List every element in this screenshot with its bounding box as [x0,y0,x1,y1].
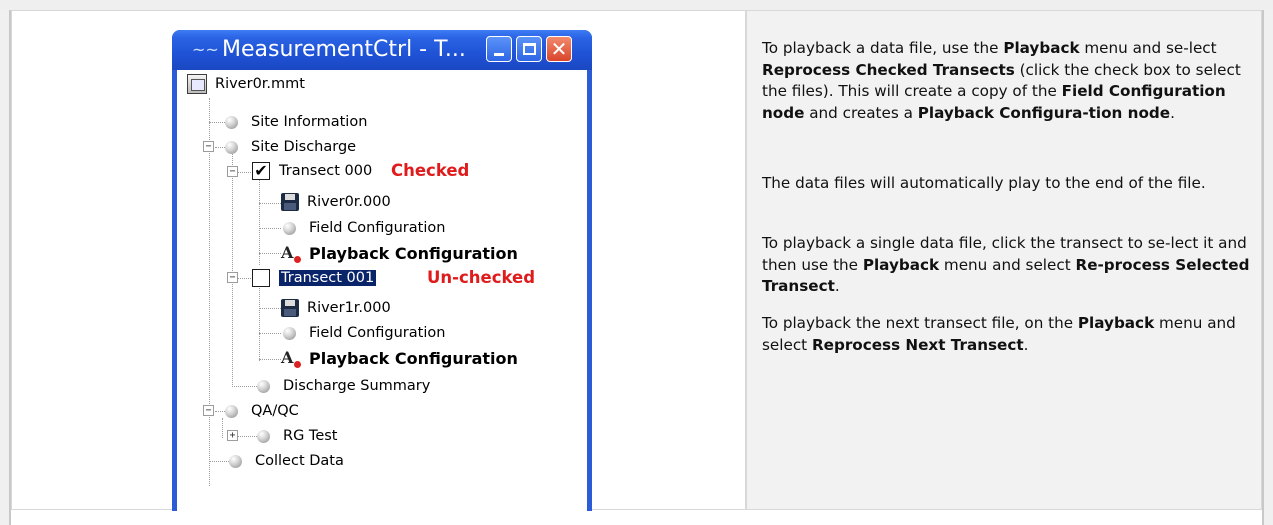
floppy-disk-icon [281,299,299,317]
emphasis: Playback [1077,314,1155,332]
tree-item-qaqc[interactable]: QA/QC [225,399,299,423]
bottom-band [11,510,1262,525]
tree-item-label: RG Test [283,428,338,444]
tree-item-label: River0r.000 [307,194,391,210]
checked-annotation: Checked [391,161,470,180]
text-run: and creates a [804,103,918,122]
measurement-app-icon: ~~ [192,40,219,59]
tree-item-label: Collect Data [255,453,344,469]
node-icon [229,454,242,468]
minimize-icon [494,52,504,56]
instruction-paragraph-3: To playback a single data file, click th… [762,233,1250,298]
top-band [0,0,1273,10]
tree-item-label: Playback Configuration [309,348,518,368]
tree-connector [259,203,281,204]
tree-item-label: QA/QC [251,403,299,419]
tree-connector [232,154,233,387]
minimize-button[interactable] [486,36,512,62]
node-icon [225,115,238,129]
tree-connector [259,253,281,254]
instruction-paragraph-4: To playback the next transect file, on t… [762,313,1250,356]
expand-icon[interactable]: + [227,430,238,441]
node-icon [225,404,238,418]
text-run: menu and se-lect [1079,39,1217,57]
tree-item-label: Site Information [251,114,368,130]
tree-connector [259,286,260,361]
tree-item-rg-test[interactable]: RG Test [257,424,337,448]
tree-item-file-000[interactable]: River0r.000 [281,190,391,214]
text-run: . [1023,335,1029,354]
tree-connector [209,98,210,486]
tree-connector [259,228,281,229]
tree-item-transect-000[interactable]: ✔ Transect 000 [252,159,372,183]
right-rule [1262,10,1264,525]
node-icon [283,221,296,235]
instruction-paragraph-1: To playback a data file, use the Playbac… [762,38,1250,124]
tree-item-transect-001[interactable]: Transect 001 [252,266,378,290]
tree-item-label: Transect 001 [277,269,378,287]
tree-connector [222,418,223,438]
tree-item-field-config-000[interactable]: Field Configuration [283,216,445,240]
tree-item-label: Field Configuration [309,325,446,341]
node-icon [225,140,238,154]
tree-item-site-discharge[interactable]: Site Discharge [225,135,356,159]
tree-item-label: River1r.000 [307,300,391,316]
playback-config-icon: A [281,348,301,368]
maximize-icon [522,43,536,55]
tree-connector [259,359,281,360]
close-icon: ✕ [550,37,568,61]
tree-item-playback-config-001[interactable]: A Playback Configuration [281,346,518,370]
tree-item-discharge-summary[interactable]: Discharge Summary [257,374,430,398]
measurement-control-window: ~~ MeasurementCtrl - T... ✕ River0r.mmt [172,30,592,511]
collapse-icon[interactable]: − [227,166,238,177]
tree-view: River0r.mmt Site Information − Site Disc… [177,70,587,511]
transect-001-checkbox[interactable] [252,269,270,287]
text-run: . [834,277,840,295]
text-run: To playback the next transect file, on t… [762,314,1078,332]
tree-item-playback-config-000[interactable]: A Playback Configuration [281,241,518,265]
tree-connector [237,436,257,437]
emphasis: Reprocess Checked Transects [762,60,1015,79]
floppy-disk-icon [281,193,299,211]
window-titlebar[interactable]: ~~ MeasurementCtrl - T... ✕ [172,30,592,70]
window-title: MeasurementCtrl - T... [222,37,466,62]
emphasis: Playback [862,255,940,274]
instruction-paragraph-2: The data files will automatically play t… [762,174,1206,192]
tree-item-site-information[interactable]: Site Information [225,110,367,134]
tree-item-file-001[interactable]: River1r.000 [281,296,391,320]
unchecked-annotation: Un-checked [427,268,536,287]
collapse-icon[interactable]: − [203,405,214,416]
playback-config-icon: A [281,243,301,263]
node-icon [257,379,270,393]
tree-item-label: Site Discharge [251,139,357,155]
tree-item-root[interactable]: River0r.mmt [187,72,305,96]
maximize-button[interactable] [516,36,542,62]
tree-item-label: River0r.mmt [215,76,305,92]
tree-connector [259,333,281,334]
tree-item-collect-data[interactable]: Collect Data [229,449,344,473]
transect-000-checkbox[interactable]: ✔ [252,162,270,180]
collapse-icon[interactable]: − [203,141,214,152]
emphasis: Playback [1003,39,1080,57]
collapse-icon[interactable]: − [227,272,238,283]
emphasis: Reprocess Next Transect [811,335,1024,354]
node-icon [283,326,296,340]
tree-item-label: Transect 000 [279,163,373,179]
text-run: . [1170,103,1175,122]
tree-connector [209,461,229,462]
tree-item-field-config-001[interactable]: Field Configuration [283,321,445,345]
text-run: To playback a data file, use the [762,39,1004,57]
text-run: menu and select [939,255,1076,274]
close-button[interactable]: ✕ [546,36,572,62]
tree-connector [232,386,257,387]
tree-item-label: Playback Configuration [309,243,518,263]
tree-item-label: Discharge Summary [283,378,431,394]
node-icon [257,429,270,443]
tree-connector [259,308,281,309]
measurement-file-icon [187,74,207,94]
tree-item-label: Field Configuration [309,220,446,236]
emphasis: Playback Configura-tion node [917,103,1171,122]
